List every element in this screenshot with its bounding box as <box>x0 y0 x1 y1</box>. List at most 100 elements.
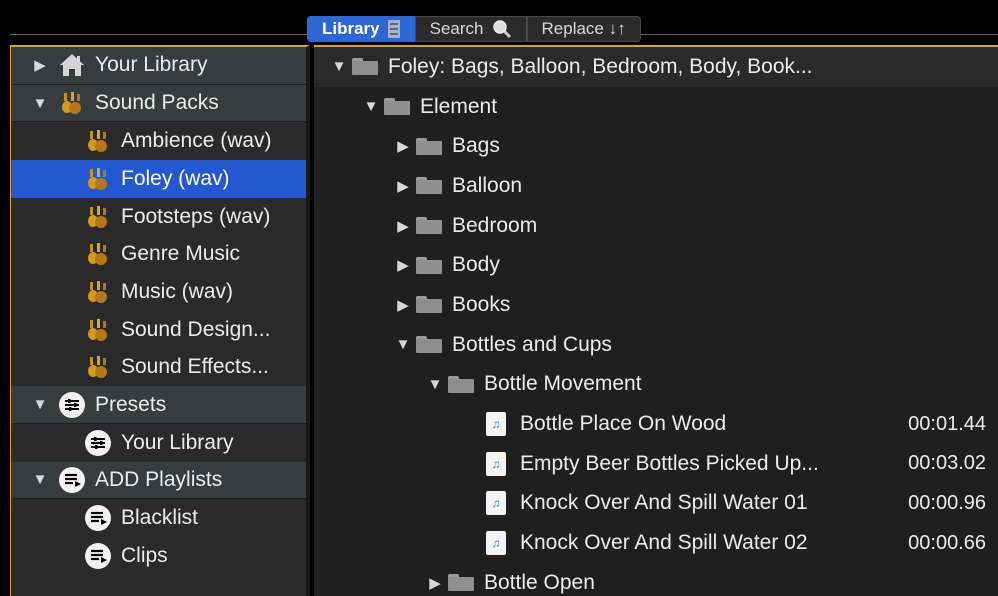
file-name: Knock Over And Spill Water 02 <box>520 531 808 555</box>
tree-item-bottle-movement[interactable]: ▼ Bottle Movement <box>314 365 998 405</box>
guitar-pack-icon <box>85 128 111 154</box>
tab-replace[interactable]: Replace ↓↑ <box>526 16 641 42</box>
tree-item-bags[interactable]: ▶ Bags <box>314 126 998 166</box>
home-icon <box>59 52 85 78</box>
folder-icon <box>416 177 442 195</box>
guitar-pack-icon <box>59 90 85 116</box>
sidebar-item-music[interactable]: Music (wav) <box>11 273 306 311</box>
sidebar-item-presets[interactable]: ▼ Presets <box>11 386 306 424</box>
sidebar-item-label: Sound Packs <box>95 91 219 115</box>
disclosure-right-icon[interactable]: ▶ <box>394 137 412 155</box>
file-name: Bottle Place On Wood <box>520 412 727 436</box>
guitar-pack-icon <box>85 279 111 305</box>
folder-icon <box>448 375 474 393</box>
tab-search[interactable]: Search <box>414 16 527 42</box>
disclosure-right-icon[interactable]: ▶ <box>426 574 444 592</box>
sidebar-item-presets-library[interactable]: Your Library <box>11 424 306 462</box>
sidebar-item-sound-design[interactable]: Sound Design... <box>11 311 306 349</box>
folder-icon <box>416 296 442 314</box>
tab-search-label: Search <box>429 19 484 38</box>
tree-item-label: Bottle Open <box>484 570 595 594</box>
tree-item-label: Bottles and Cups <box>452 332 612 356</box>
tree-item-label: Bags <box>452 134 500 158</box>
sidebar-item-footsteps[interactable]: Footsteps (wav) <box>11 198 306 236</box>
audio-file-icon: ♫ <box>486 491 506 516</box>
sidebar-item-clips[interactable]: Clips <box>11 537 306 575</box>
tab-library[interactable]: Library <box>307 16 415 42</box>
disclosure-down-icon[interactable]: ▼ <box>29 95 51 112</box>
sidebar-item-label: Presets <box>95 392 167 416</box>
top-bar: Library Search Replace ↓↑ <box>0 0 998 44</box>
tree-item-root[interactable]: ▼ Foley: Bags, Balloon, Bedroom, Body, B… <box>314 47 998 87</box>
tree-item-bedroom[interactable]: ▶ Bedroom <box>314 206 998 246</box>
sidebar-item-label: Your Library <box>121 430 234 454</box>
tab-library-label: Library <box>322 19 380 38</box>
sidebar-item-genre-music[interactable]: Genre Music <box>11 235 306 273</box>
folder-icon <box>416 336 442 354</box>
disclosure-down-icon[interactable]: ▼ <box>394 336 412 353</box>
sidebar-item-ambience[interactable]: Ambience (wav) <box>11 122 306 160</box>
sidebar-item-your-library[interactable]: ▶ Your Library <box>11 47 306 85</box>
file-duration: 00:01.44 <box>908 412 986 435</box>
sidebar-item-label: Your Library <box>95 53 208 77</box>
playlist-icon <box>59 466 85 493</box>
sidebar-item-label: Music (wav) <box>121 279 234 303</box>
guitar-pack-icon <box>85 241 111 267</box>
tree-item-books[interactable]: ▶ Books <box>314 285 998 325</box>
tree-item-label: Bedroom <box>452 213 538 237</box>
file-name: Empty Beer Bottles Picked Up... <box>520 451 819 475</box>
disclosure-right-icon[interactable]: ▶ <box>394 177 412 195</box>
guitar-pack-icon <box>85 354 111 380</box>
tree-item-bottles-and-cups[interactable]: ▼ Bottles and Cups <box>314 325 998 365</box>
sidebar-item-add-playlists[interactable]: ▼ ADD Playlists <box>11 461 306 500</box>
sidebar-item-blacklist[interactable]: Blacklist <box>11 499 306 537</box>
sidebar-item-foley[interactable]: Foley (wav) <box>11 160 306 198</box>
sidebar: ▶ Your Library ▼ Sound Packs Ambience (w… <box>10 45 310 596</box>
file-row[interactable]: ♫ Knock Over And Spill Water 02 00:00.66 <box>314 523 998 563</box>
file-duration: 00:00.96 <box>908 491 986 514</box>
mode-tabs: Library Search Replace ↓↑ <box>307 16 641 42</box>
browser-pane: ▼ Foley: Bags, Balloon, Bedroom, Body, B… <box>314 45 998 596</box>
file-row[interactable]: ♫ Bottle Place On Wood 00:01.44 <box>314 404 998 444</box>
disclosure-right-icon[interactable]: ▶ <box>29 56 51 74</box>
tree-item-balloon[interactable]: ▶ Balloon <box>314 166 998 206</box>
sidebar-item-sound-effects[interactable]: Sound Effects... <box>11 349 306 387</box>
sliders-icon <box>59 391 85 418</box>
audio-file-icon: ♫ <box>486 531 506 556</box>
folder-icon <box>416 256 442 274</box>
magnifier-icon <box>492 20 511 39</box>
disclosure-right-icon[interactable]: ▶ <box>394 256 412 274</box>
sidebar-item-label: Ambience (wav) <box>121 129 272 153</box>
tree-item-label: Element <box>420 94 498 118</box>
folder-icon <box>448 574 474 592</box>
tree-item-label: Bottle Movement <box>484 372 642 396</box>
guitar-pack-icon <box>85 204 111 230</box>
file-name: Knock Over And Spill Water 01 <box>520 491 808 515</box>
sidebar-item-label: ADD Playlists <box>95 467 223 491</box>
disclosure-down-icon[interactable]: ▼ <box>426 376 444 393</box>
tree-item-body[interactable]: ▶ Body <box>314 245 998 285</box>
guitar-pack-icon <box>85 317 111 343</box>
tree-item-element[interactable]: ▼ Element <box>314 87 998 127</box>
sidebar-item-label: Sound Design... <box>121 317 271 341</box>
disclosure-right-icon[interactable]: ▶ <box>394 217 412 235</box>
folder-icon <box>416 137 442 155</box>
file-row[interactable]: ♫ Empty Beer Bottles Picked Up... 00:03.… <box>314 444 998 484</box>
disclosure-down-icon[interactable]: ▼ <box>330 58 348 75</box>
guitar-pack-icon <box>85 166 111 192</box>
file-duration: 00:03.02 <box>908 452 986 475</box>
tree-item-label: Foley: Bags, Balloon, Bedroom, Body, Boo… <box>388 54 813 78</box>
sidebar-item-label: Blacklist <box>121 506 199 530</box>
disclosure-down-icon[interactable]: ▼ <box>29 396 51 413</box>
tree-item-bottle-open[interactable]: ▶ Bottle Open <box>314 563 998 596</box>
sidebar-item-sound-packs[interactable]: ▼ Sound Packs <box>11 84 306 123</box>
tree-item-label: Body <box>452 253 500 277</box>
playlist-icon <box>85 505 111 532</box>
file-duration: 00:00.66 <box>908 531 986 554</box>
audio-file-icon: ♫ <box>486 412 506 437</box>
file-row[interactable]: ♫ Knock Over And Spill Water 01 00:00.96 <box>314 484 998 524</box>
disclosure-right-icon[interactable]: ▶ <box>394 296 412 314</box>
disclosure-down-icon[interactable]: ▼ <box>29 471 51 488</box>
disclosure-down-icon[interactable]: ▼ <box>362 98 380 115</box>
audio-file-icon: ♫ <box>486 451 506 476</box>
